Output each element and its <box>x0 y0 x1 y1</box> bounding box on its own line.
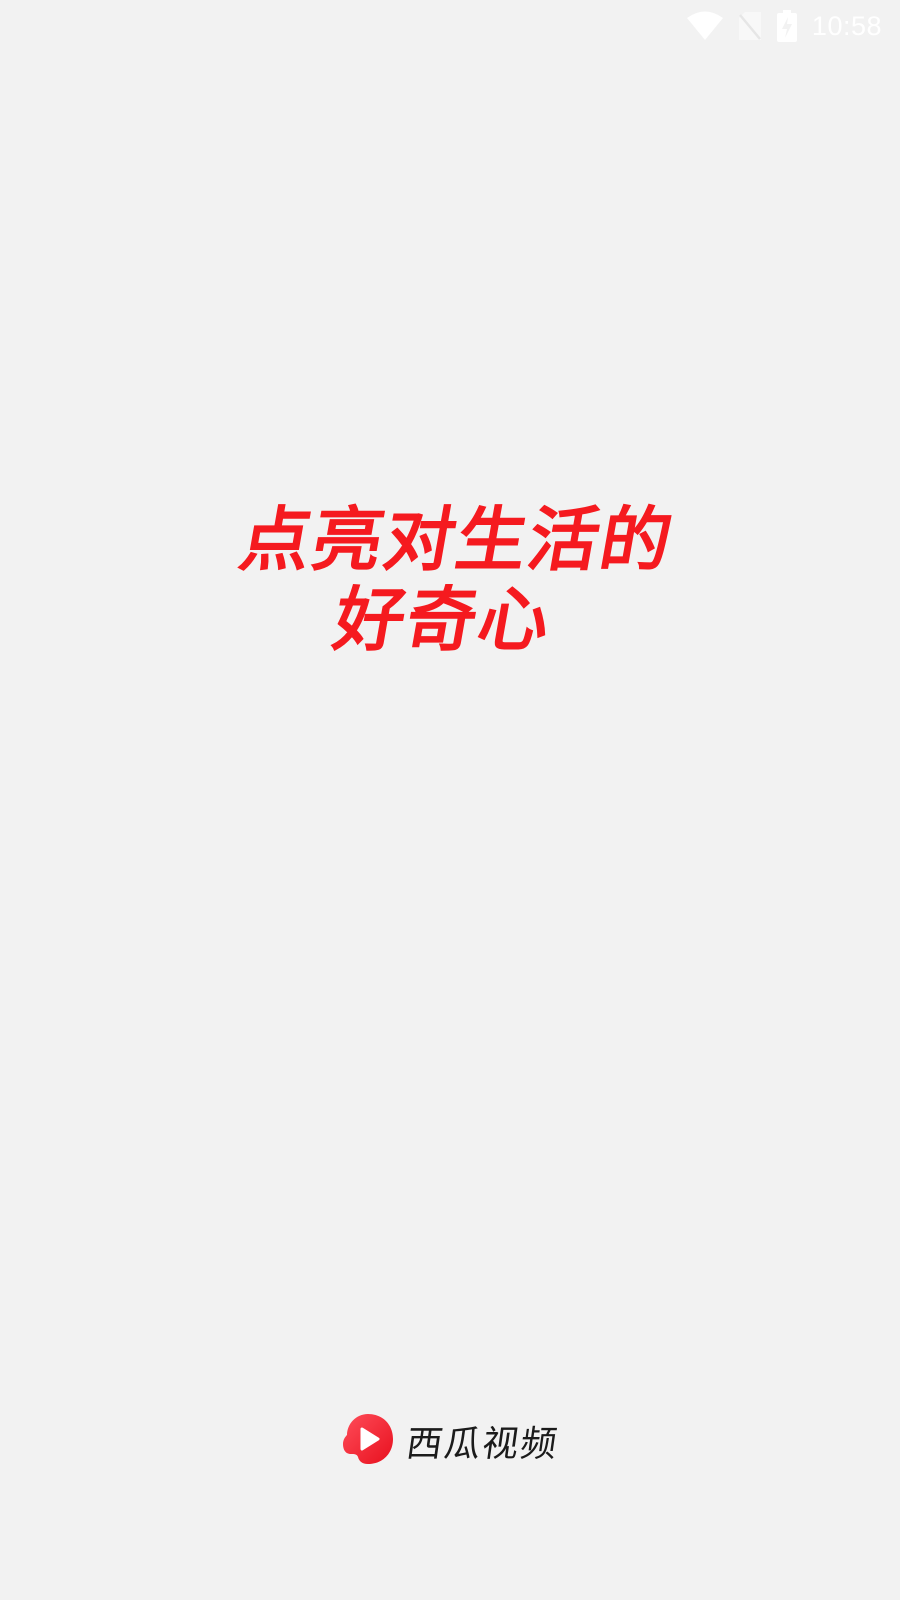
splash-screen: 10:58 点亮对生活的 好奇心 西瓜视频 <box>0 0 900 1600</box>
brand-name: 西瓜视频 <box>403 1424 562 1465</box>
wifi-icon <box>686 11 724 41</box>
slogan-line-2: 好奇心 <box>327 579 559 661</box>
brand-logo: 西瓜视频 <box>0 1412 900 1470</box>
no-sim-icon <box>738 11 762 41</box>
status-time: 10:58 <box>811 10 882 41</box>
slogan: 点亮对生活的 好奇心 <box>0 499 900 661</box>
slogan-line-1: 点亮对生活的 <box>233 499 681 581</box>
battery-charging-icon <box>776 10 798 42</box>
xigua-play-logo-icon <box>341 1412 395 1470</box>
status-bar: 10:58 <box>686 0 900 52</box>
